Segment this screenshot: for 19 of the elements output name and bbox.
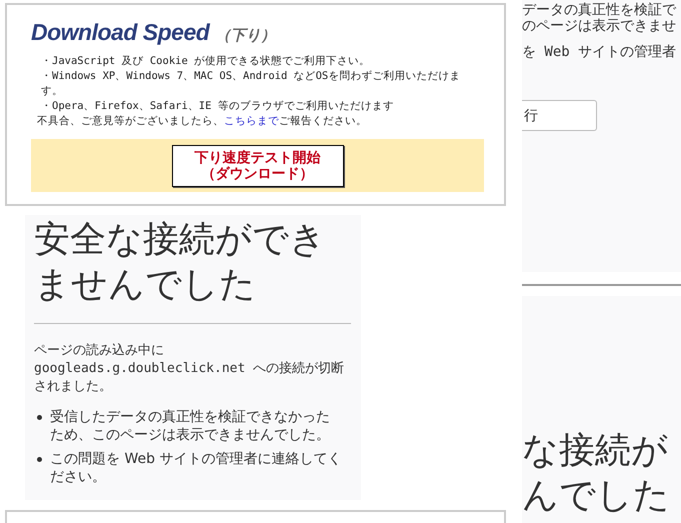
start-test-button[interactable]: 下り速度テスト開始 （ダウンロード）	[172, 144, 344, 186]
bullet-icon	[37, 457, 42, 462]
error-text: のページは表示できませ	[522, 18, 677, 34]
feedback-text: 不具合、ご意見等がございましたら、こちらまでご報告ください。	[37, 114, 368, 129]
bullet-icon	[37, 415, 42, 420]
speed-title: Download Speed	[31, 19, 210, 46]
note-text: ・Windows XP、Windows 7、MAC OS、Android などOSを問わずご利用いただけます。	[41, 69, 462, 99]
contact-link[interactable]: こちらまで	[224, 115, 279, 127]
note-text: ・Opera、Firefox、Safari、IE 等のブラウザでご利用いただけます	[41, 99, 395, 114]
error-heading: な接続が んでした	[522, 429, 670, 518]
error-text: を Web サイトの管理者	[522, 44, 678, 60]
error-heading: 安全な接続ができませんでした	[34, 218, 327, 307]
retry-button[interactable]: 行	[522, 100, 597, 131]
note-text: ・JavaScript 及び Cookie が使用できる状態でご利用下さい。	[41, 54, 372, 69]
speed-subtitle: （下り）	[215, 26, 276, 45]
bullet-text: この問題を Web サイトの管理者に連絡してください。	[50, 450, 342, 486]
error-message: ページの読み込み中に googleads.g.doubleclick.net への接続が切断されました。	[34, 342, 346, 396]
error-text: データの真正性を検証で	[522, 2, 678, 18]
bullet-text: 受信したデータの真正性を検証できなかったため、このページは表示できませんでした。	[50, 408, 331, 444]
